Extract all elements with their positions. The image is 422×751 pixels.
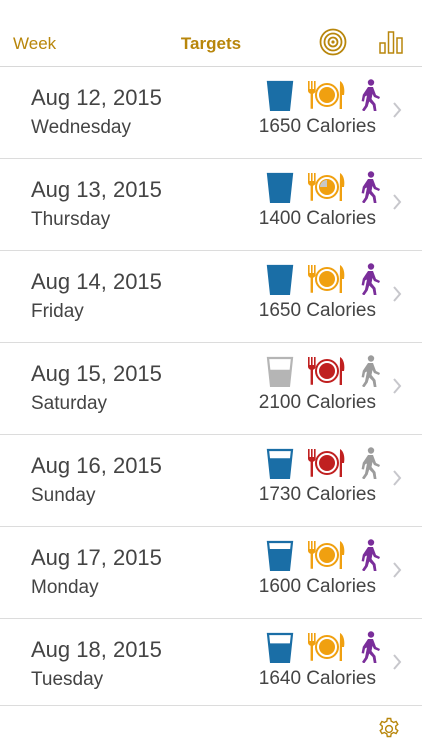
walking-person-icon (361, 263, 380, 295)
water-glass-icon (266, 264, 294, 295)
chevron-right-icon (393, 378, 402, 394)
water-glass-icon (266, 448, 294, 479)
row-weekday: Monday (31, 577, 99, 598)
target-icon[interactable] (319, 28, 347, 56)
navigation-bar: Week Targets (0, 0, 422, 67)
row-weekday: Tuesday (31, 669, 104, 690)
row-date: Aug 18, 2015 (31, 637, 162, 662)
row-date: Aug 17, 2015 (31, 545, 162, 570)
row-date: Aug 13, 2015 (31, 177, 162, 202)
chevron-right-icon (393, 562, 402, 578)
water-glass-icon (266, 356, 294, 387)
row-weekday: Friday (31, 301, 84, 322)
chevron-right-icon (393, 194, 402, 210)
row-weekday: Thursday (31, 209, 111, 230)
row-calories: 1730 Calories (258, 484, 376, 505)
day-row[interactable]: Aug 16, 2015 Sunday 1730 Calories (0, 435, 422, 527)
day-list: Aug 12, 2015 Wednesday 1650 Calories Aug… (0, 67, 422, 711)
bottom-toolbar (0, 705, 422, 751)
row-calories: 1650 Calories (258, 300, 376, 321)
row-calories: 1400 Calories (258, 208, 376, 229)
row-date: Aug 12, 2015 (31, 85, 162, 110)
water-glass-icon (266, 172, 294, 203)
row-calories: 2100 Calories (258, 392, 376, 413)
walking-person-icon (361, 447, 380, 479)
water-glass-icon (266, 632, 294, 663)
meal-plate-icon (308, 633, 345, 661)
meal-plate-icon (308, 265, 345, 293)
walking-person-icon (361, 171, 380, 203)
meal-plate-icon (308, 449, 345, 477)
day-row[interactable]: Aug 18, 2015 Tuesday 1640 Calories (0, 619, 422, 711)
chevron-right-icon (393, 470, 402, 486)
row-date: Aug 15, 2015 (31, 361, 162, 386)
row-weekday: Wednesday (31, 117, 131, 138)
water-glass-icon (266, 540, 294, 571)
row-weekday: Saturday (31, 393, 108, 414)
walking-person-icon (361, 79, 380, 111)
row-calories: 1640 Calories (258, 668, 376, 689)
row-calories: 1600 Calories (258, 576, 376, 597)
day-row[interactable]: Aug 12, 2015 Wednesday 1650 Calories (0, 67, 422, 159)
chevron-right-icon (393, 286, 402, 302)
chevron-right-icon (393, 654, 402, 670)
walking-person-icon (361, 355, 380, 387)
status-icons (266, 263, 384, 297)
bar-chart-icon[interactable] (379, 30, 403, 54)
status-icons (266, 631, 384, 665)
walking-person-icon (361, 539, 380, 571)
row-date: Aug 14, 2015 (31, 269, 162, 294)
day-row[interactable]: Aug 13, 2015 Thursday 1400 Calories (0, 159, 422, 251)
row-weekday: Sunday (31, 485, 96, 506)
page-title: Targets (180, 34, 242, 53)
chevron-right-icon (393, 102, 402, 118)
day-row[interactable]: Aug 15, 2015 Saturday 2100 Calories (0, 343, 422, 435)
meal-plate-icon (308, 357, 345, 385)
status-icons (266, 171, 384, 205)
walking-person-icon (361, 631, 380, 663)
day-row[interactable]: Aug 14, 2015 Friday 1650 Calories (0, 251, 422, 343)
status-icons (266, 355, 384, 389)
row-date: Aug 16, 2015 (31, 453, 162, 478)
water-glass-icon (266, 80, 294, 111)
status-icons (266, 447, 384, 481)
day-row[interactable]: Aug 17, 2015 Monday 1600 Calories (0, 527, 422, 619)
status-icons (266, 79, 384, 113)
gear-icon[interactable] (377, 717, 401, 741)
meal-plate-icon (308, 173, 345, 201)
meal-plate-icon (308, 81, 345, 109)
row-calories: 1650 Calories (258, 116, 376, 137)
meal-plate-icon (308, 541, 345, 569)
status-icons (266, 539, 384, 573)
